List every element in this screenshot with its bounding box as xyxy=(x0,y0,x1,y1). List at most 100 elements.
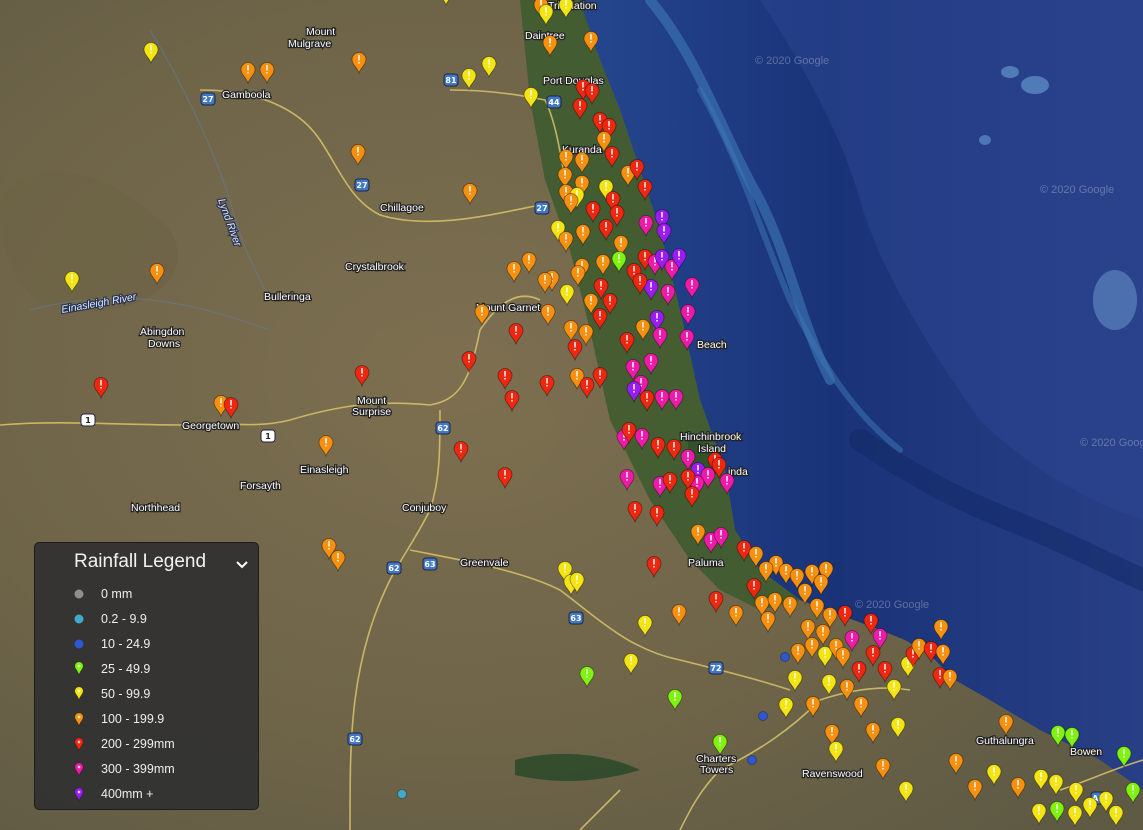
legend-item-label: 0.2 - 9.9 xyxy=(101,611,147,626)
exclamation-icon xyxy=(511,393,513,399)
exclamation-icon xyxy=(566,287,568,293)
exclamation-icon xyxy=(789,599,791,605)
exclamation-icon xyxy=(697,527,699,533)
svg-text:44: 44 xyxy=(548,98,560,107)
exclamation-icon xyxy=(611,149,613,155)
exclamation-icon xyxy=(636,162,638,168)
exclamation-icon xyxy=(831,727,833,733)
exclamation-icon xyxy=(599,311,601,317)
rainfall-dot[interactable] xyxy=(758,711,768,721)
exclamation-icon xyxy=(540,0,542,6)
legend-item-label: 300 - 399mm xyxy=(101,762,175,777)
exclamation-icon xyxy=(765,564,767,570)
exclamation-icon xyxy=(565,0,567,6)
exclamation-icon xyxy=(653,559,655,565)
exclamation-icon xyxy=(949,672,951,678)
svg-text:63: 63 xyxy=(424,560,435,569)
exclamation-icon xyxy=(825,564,827,570)
exclamation-icon xyxy=(570,196,572,202)
reef xyxy=(979,135,991,145)
place-label: Guthalungra xyxy=(976,735,1034,747)
exclamation-icon xyxy=(710,535,712,541)
legend-item: 10 - 24.9 xyxy=(35,631,258,656)
road-shield: 27 xyxy=(354,178,370,192)
exclamation-icon xyxy=(608,121,610,127)
place-label: Bowen xyxy=(1070,746,1102,758)
reef xyxy=(1021,76,1049,94)
exclamation-icon xyxy=(767,614,769,620)
road-shield: 62 xyxy=(386,561,402,575)
exclamation-icon xyxy=(513,264,515,270)
exclamation-icon xyxy=(599,115,601,121)
exclamation-icon xyxy=(545,7,547,13)
exclamation-icon xyxy=(266,65,268,71)
exclamation-icon xyxy=(592,204,594,210)
exclamation-icon xyxy=(785,700,787,706)
exclamation-icon xyxy=(586,380,588,386)
exclamation-icon xyxy=(565,152,567,158)
exclamation-icon xyxy=(618,254,620,260)
map-copyright: © 2020 Google xyxy=(855,599,929,611)
exclamation-icon xyxy=(1123,749,1125,755)
exclamation-icon xyxy=(674,692,676,698)
exclamation-icon xyxy=(565,234,567,240)
exclamation-icon xyxy=(691,489,693,495)
exclamation-icon xyxy=(358,55,360,61)
map-copyright: © 2020 Google xyxy=(1080,437,1143,449)
road-shield: 81 xyxy=(443,73,459,87)
exclamation-icon xyxy=(860,699,862,705)
exclamation-icon xyxy=(150,45,152,51)
exclamation-icon xyxy=(1056,804,1058,810)
exclamation-icon xyxy=(549,38,551,44)
exclamation-icon xyxy=(939,670,941,676)
rainfall-dot[interactable] xyxy=(780,652,790,662)
rainfall-dot[interactable] xyxy=(397,789,407,799)
exclamation-icon xyxy=(687,452,689,458)
exclamation-icon xyxy=(641,431,643,437)
legend-header[interactable]: Rainfall Legend xyxy=(35,543,258,573)
place-label: Chillagoe xyxy=(380,202,424,214)
exclamation-icon xyxy=(1071,730,1073,736)
exclamation-icon xyxy=(632,362,634,368)
exclamation-icon xyxy=(659,330,661,336)
exclamation-icon xyxy=(661,212,663,218)
road-shield: 63 xyxy=(568,611,584,625)
svg-text:27: 27 xyxy=(202,95,213,104)
exclamation-icon xyxy=(1057,728,1059,734)
exclamation-icon xyxy=(1005,717,1007,723)
exclamation-icon xyxy=(796,571,798,577)
svg-text:27: 27 xyxy=(356,181,367,190)
exclamation-icon xyxy=(488,59,490,65)
rainfall-dot[interactable] xyxy=(747,755,757,765)
chevron-down-icon[interactable] xyxy=(234,557,250,573)
place-label: Forsayth xyxy=(240,480,281,492)
legend-item: 25 - 49.9 xyxy=(35,656,258,681)
exclamation-icon xyxy=(576,575,578,581)
exclamation-icon xyxy=(1074,808,1076,814)
place-label: Georgetown xyxy=(182,420,239,432)
exclamation-icon xyxy=(687,472,689,478)
exclamation-icon xyxy=(644,252,646,258)
exclamation-icon xyxy=(879,631,881,637)
exclamation-icon xyxy=(504,470,506,476)
svg-text:62: 62 xyxy=(388,564,399,573)
exclamation-icon xyxy=(633,266,635,272)
legend-item: 0 mm xyxy=(35,581,258,606)
exclamation-icon xyxy=(565,187,567,193)
exclamation-icon xyxy=(71,274,73,280)
exclamation-icon xyxy=(612,194,614,200)
exclamation-icon xyxy=(678,251,680,257)
pin-icon xyxy=(72,661,86,677)
exclamation-icon xyxy=(1017,780,1019,786)
svg-text:1: 1 xyxy=(85,416,91,425)
place-label: Charters Towers xyxy=(696,753,736,776)
exclamation-icon xyxy=(657,440,659,446)
road-shield: 1 xyxy=(260,429,276,443)
exclamation-icon xyxy=(1089,800,1091,806)
legend-item-label: 10 - 24.9 xyxy=(101,636,151,651)
exclamation-icon xyxy=(820,577,822,583)
exclamation-icon xyxy=(673,442,675,448)
exclamation-icon xyxy=(675,392,677,398)
exclamation-icon xyxy=(528,255,530,261)
exclamation-icon xyxy=(628,425,630,431)
